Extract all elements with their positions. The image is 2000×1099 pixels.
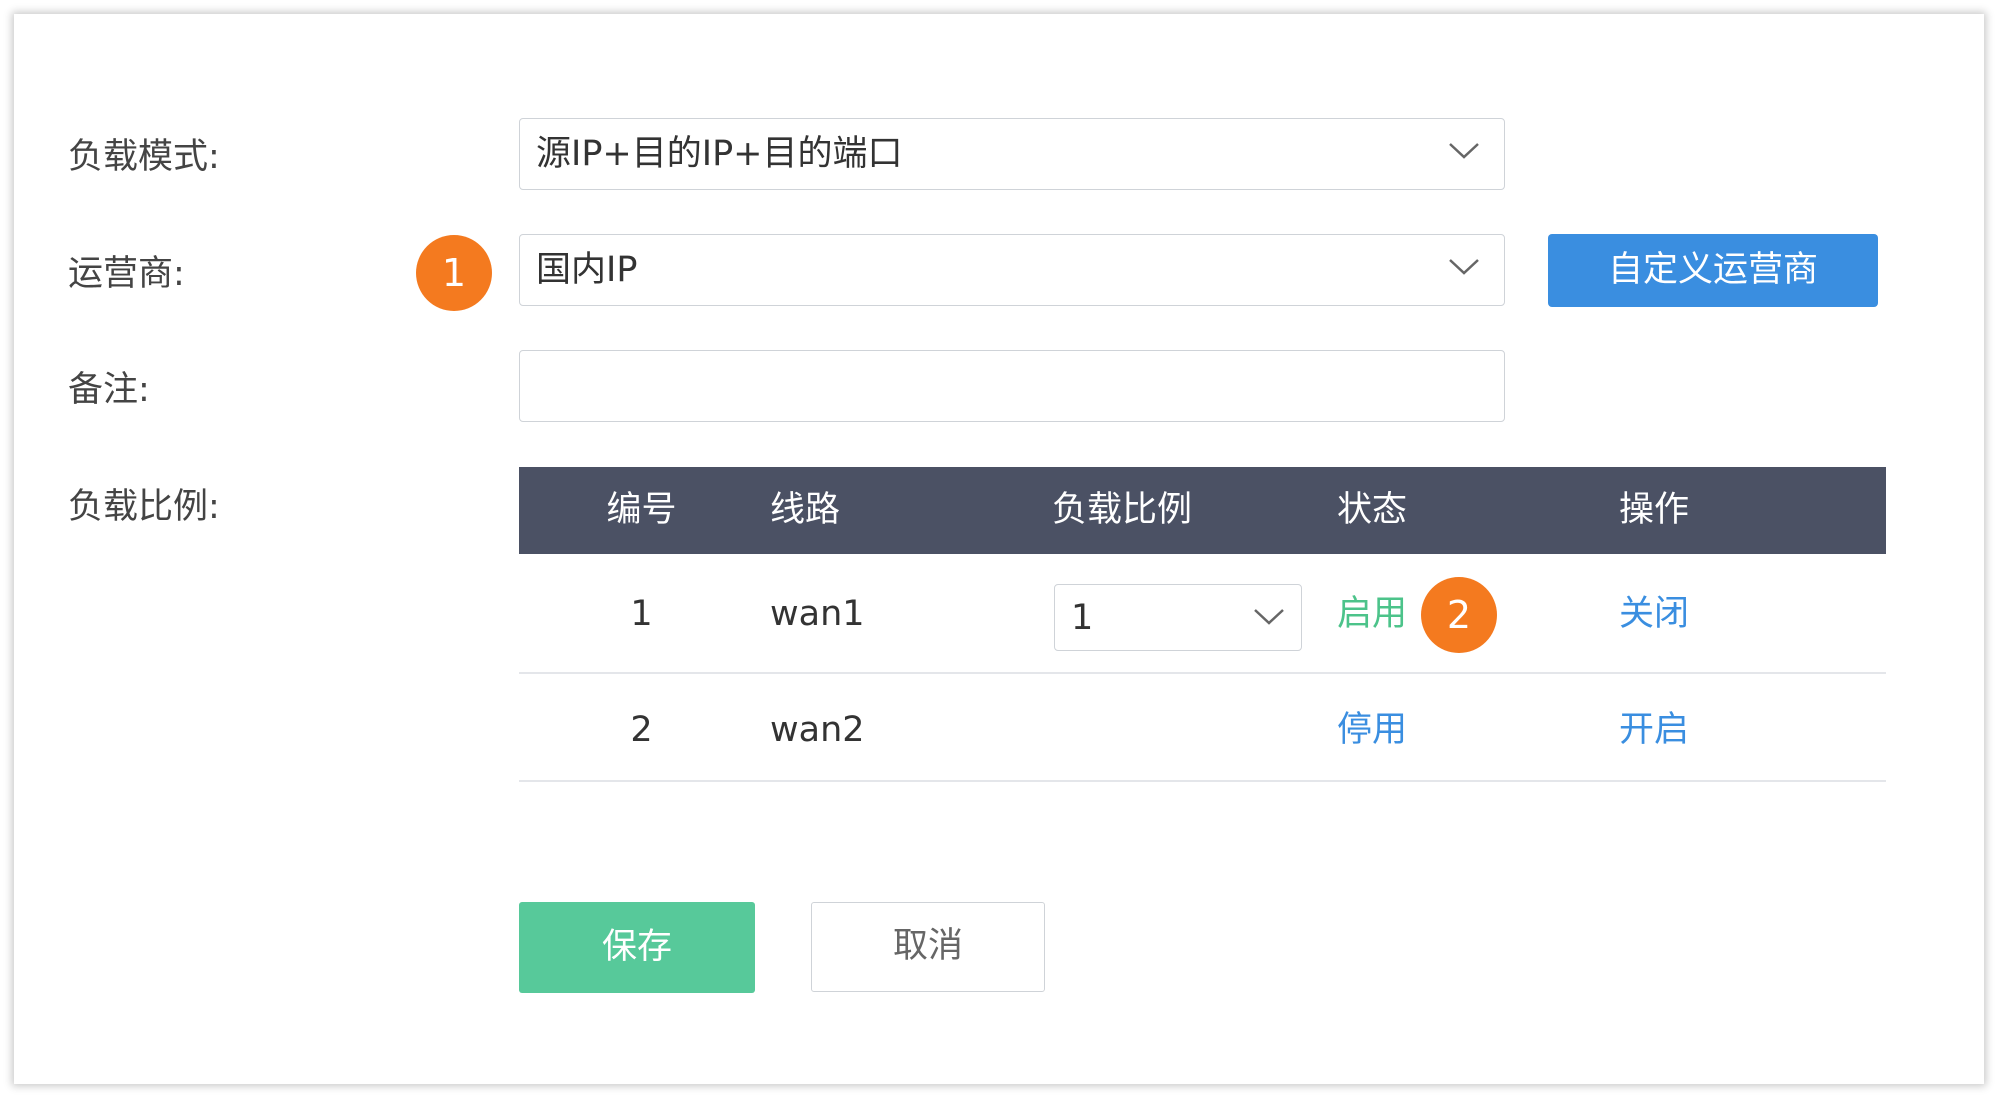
load-mode-value: 源IP+目的IP+目的端口 bbox=[536, 134, 903, 174]
table-row: 1 wan1 1 启用 2 关闭 bbox=[519, 554, 1886, 674]
header-status: 状态 bbox=[1337, 490, 1408, 530]
remark-label: 备注: bbox=[68, 370, 150, 410]
disable-link[interactable]: 关闭 bbox=[1619, 594, 1689, 634]
load-ratio-label: 负载比例: bbox=[68, 487, 220, 527]
status-enabled: 启用 bbox=[1337, 594, 1408, 634]
load-mode-select[interactable]: 源IP+目的IP+目的端口 bbox=[519, 118, 1505, 190]
isp-value: 国内IP bbox=[536, 250, 638, 290]
annotation-badge-1: 1 bbox=[416, 235, 492, 311]
remark-input[interactable] bbox=[519, 350, 1505, 422]
custom-isp-button[interactable]: 自定义运营商 bbox=[1548, 234, 1878, 307]
ratio-value: 1 bbox=[1071, 598, 1094, 638]
isp-select[interactable]: 国内IP bbox=[519, 234, 1505, 306]
table-row: 2 wan2 停用 开启 bbox=[519, 674, 1886, 782]
row-number: 2 bbox=[630, 710, 653, 750]
chevron-down-icon bbox=[1449, 143, 1479, 159]
load-mode-label: 负载模式: bbox=[68, 137, 220, 177]
save-button[interactable]: 保存 bbox=[519, 902, 755, 993]
ratio-select[interactable]: 1 bbox=[1054, 584, 1302, 651]
header-action: 操作 bbox=[1619, 490, 1690, 530]
header-ratio: 负载比例 bbox=[1052, 490, 1193, 530]
enable-link[interactable]: 开启 bbox=[1619, 710, 1689, 750]
annotation-badge-2: 2 bbox=[1421, 577, 1497, 653]
cancel-button[interactable]: 取消 bbox=[811, 902, 1045, 992]
row-line: wan1 bbox=[770, 594, 865, 634]
line-table: 编号 线路 负载比例 状态 操作 1 wan1 1 启用 2 关闭 2 wan2… bbox=[519, 467, 1886, 782]
status-disabled: 停用 bbox=[1337, 710, 1408, 750]
row-line: wan2 bbox=[770, 710, 865, 750]
load-balance-panel: 负载模式: 源IP+目的IP+目的端口 运营商: 1 国内IP 自定义运营商 备… bbox=[14, 14, 1984, 1084]
chevron-down-icon bbox=[1254, 609, 1284, 625]
chevron-down-icon bbox=[1449, 259, 1479, 275]
isp-label: 运营商: bbox=[68, 254, 185, 294]
row-number: 1 bbox=[630, 594, 653, 634]
header-line: 线路 bbox=[770, 490, 841, 530]
table-header: 编号 线路 负载比例 状态 操作 bbox=[519, 467, 1886, 554]
header-number: 编号 bbox=[606, 490, 677, 530]
